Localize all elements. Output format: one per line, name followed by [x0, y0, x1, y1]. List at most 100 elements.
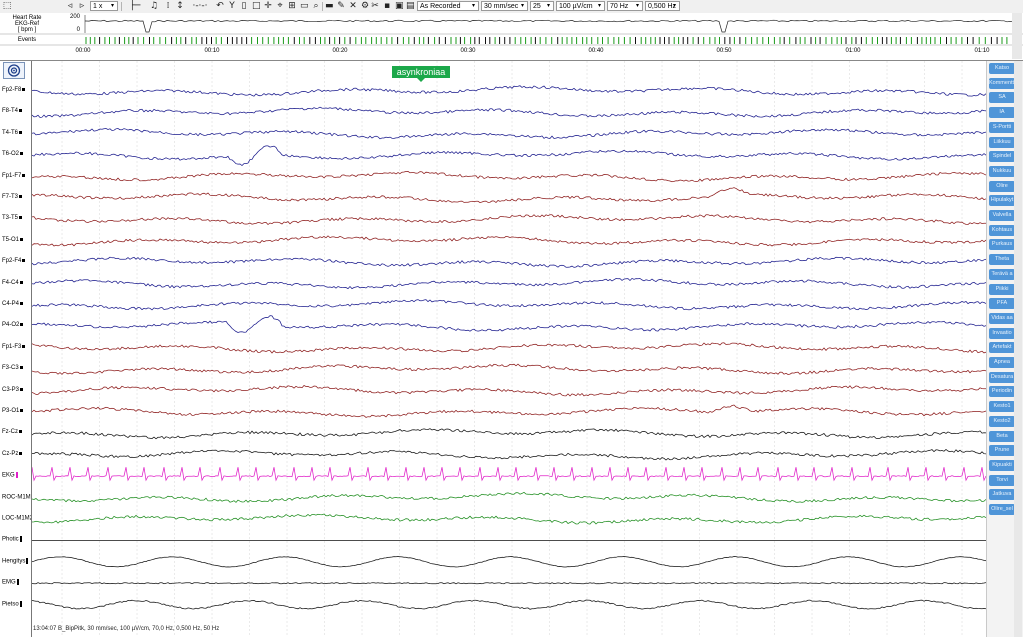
ruler-icon[interactable]: ├─ — [125, 1, 145, 12]
channel-label[interactable]: F7-T3 — [2, 194, 23, 201]
marker-button[interactable]: Prune — [989, 445, 1015, 457]
vertical-scrollbar[interactable] — [1014, 61, 1022, 637]
marker-button[interactable]: PFA — [989, 298, 1015, 310]
grid-icon[interactable]: ⊞ — [288, 1, 296, 12]
marker-button[interactable]: Olire_sel — [989, 504, 1015, 515]
marker-button[interactable]: Liikkuu — [989, 136, 1015, 148]
marker-button[interactable]: Kesto1 — [989, 401, 1015, 413]
vertical-cursor-icon[interactable]: ⁞ — [164, 1, 172, 12]
marker-button[interactable]: Nukkuu — [989, 165, 1015, 177]
overview-chart[interactable] — [0, 13, 1023, 60]
sensitivity-select[interactable]: 100 µV/cm ▾ — [556, 1, 605, 11]
cursor-a-icon[interactable]: ⌖ — [276, 1, 284, 12]
channel-label[interactable]: Fp1-F3 — [2, 344, 26, 351]
overview-panel[interactable]: Heart Rate EKG-Ref [ bpm ] 200 0 Events … — [0, 13, 1023, 61]
marker-button[interactable]: Invaatio — [989, 327, 1015, 339]
marker-button[interactable]: Apnea — [989, 357, 1015, 368]
marker-button[interactable]: Beta — [989, 430, 1015, 442]
channel-label[interactable]: EMG — [2, 579, 19, 587]
marker-button[interactable]: Torvi — [989, 474, 1015, 486]
select-rect-icon[interactable]: ▯ — [240, 1, 248, 12]
montage-icon[interactable]: ▤ — [406, 1, 415, 12]
channel-label[interactable]: Cz-Pz — [2, 451, 23, 458]
event-annotation-tag[interactable]: asynkroniaa — [392, 66, 450, 82]
marker-button[interactable]: Terävä a — [989, 268, 1015, 280]
folder-icon[interactable]: ▬ — [325, 1, 334, 12]
display-settings-button[interactable] — [3, 62, 25, 79]
eeg-trace-area[interactable] — [31, 61, 1000, 637]
marker-button[interactable]: Kesto2 — [989, 415, 1015, 427]
edit-icon[interactable]: ✎ — [337, 1, 345, 12]
marker-button[interactable]: IA — [989, 107, 1015, 119]
save-icon[interactable]: ▪ — [383, 1, 391, 12]
channel-label[interactable]: Photic — [2, 536, 22, 544]
expand-vertical-icon[interactable]: ↕ — [176, 1, 184, 12]
channel-label[interactable]: P4-O2 — [2, 322, 24, 329]
marker-button[interactable]: Spindel — [989, 151, 1015, 163]
cut-icon[interactable]: ✂ — [371, 1, 379, 12]
marker-button[interactable]: Hipulakyt — [989, 195, 1015, 207]
channel-label[interactable]: C3-P3 — [2, 387, 24, 394]
marker-button[interactable]: S-Portti — [989, 121, 1015, 133]
marker-button[interactable]: SA — [989, 92, 1015, 104]
paper-speed-select[interactable]: 30 mm/sec ▾ — [481, 1, 528, 11]
marker-button[interactable]: Jatkuva — [989, 489, 1015, 501]
channel-label[interactable]: T6-O2 — [2, 151, 24, 158]
channel-label[interactable]: Hengitys — [2, 557, 29, 566]
marker-button[interactable]: Katso — [989, 63, 1015, 74]
marker-button[interactable]: Piikki — [989, 283, 1015, 295]
montage-select[interactable]: As Recorded ▾ — [417, 1, 479, 11]
marker-button[interactable]: Kohtaus — [989, 224, 1015, 236]
settings-icon[interactable]: ⚙ — [361, 1, 369, 12]
crosshair-icon[interactable]: ✛ — [264, 1, 272, 12]
chevron-down-icon: ▾ — [635, 3, 639, 9]
marker-button[interactable]: Olire — [989, 180, 1015, 192]
music-note-icon[interactable]: ♫ — [150, 1, 158, 12]
marker-button[interactable]: Valvella — [989, 210, 1015, 221]
marker-button[interactable]: Periodin — [989, 386, 1015, 398]
channels-select[interactable]: 25 ▾ — [530, 1, 554, 11]
marker-button[interactable]: Kipuakti — [989, 459, 1015, 471]
channel-label[interactable]: EKG — [2, 472, 18, 480]
channel-marker-icon — [19, 536, 22, 543]
window-icon[interactable]: ▭ — [300, 1, 309, 12]
speed-select[interactable]: 1 x ▾ — [90, 1, 118, 11]
channel-marker-icon — [20, 152, 24, 156]
channel-label[interactable]: T4-T6 — [2, 130, 23, 137]
marker-button[interactable]: Theta — [989, 254, 1015, 266]
marker-button[interactable]: Purkaus — [989, 239, 1015, 251]
print-icon[interactable]: ▣ — [395, 1, 404, 12]
channel-label[interactable]: F3-C3 — [2, 365, 23, 372]
tools-icon[interactable]: ✕ — [349, 1, 357, 12]
marker-button[interactable]: Kommentti — [989, 77, 1015, 89]
eeg-traces[interactable] — [31, 61, 1000, 637]
channel-label[interactable]: P3-O1 — [2, 408, 24, 415]
zoom-icon[interactable]: ⌕ — [312, 1, 320, 12]
channel-label[interactable]: T5-O1 — [2, 237, 24, 244]
high-filter-select[interactable]: 70 Hz ▾ — [607, 1, 643, 11]
toolbar-separator — [121, 2, 122, 11]
channel-label[interactable]: T3-T5 — [2, 215, 23, 222]
overview-scroll[interactable] — [1012, 13, 1022, 59]
low-filter-select[interactable]: 0,500 Hz ▾ — [645, 1, 680, 11]
play-back-icon[interactable]: ◃ — [66, 1, 74, 12]
cursor-icon[interactable]: ⬚ — [2, 1, 12, 12]
marker-button[interactable]: Artefakt — [989, 342, 1015, 354]
channel-label[interactable]: Fp2-F4 — [2, 258, 26, 265]
marker-button[interactable]: Vidas aa — [989, 312, 1015, 324]
eeg-trace-fp2-f4 — [31, 256, 987, 268]
rect-icon[interactable]: □ — [252, 1, 261, 12]
marker-button[interactable]: Desatura — [989, 371, 1015, 383]
measure-icon[interactable]: ·-·-· — [188, 1, 212, 12]
channel-marker-icon — [22, 259, 26, 263]
channel-label[interactable]: Pietso — [2, 600, 22, 609]
play-forward-icon[interactable]: ▹ — [78, 1, 86, 12]
channel-label[interactable]: F4-C4 — [2, 280, 23, 287]
channel-label[interactable]: Fz-Cz — [2, 429, 22, 436]
channel-label[interactable]: Fp1-F7 — [2, 173, 26, 180]
channel-label[interactable]: Fp2-F8 — [2, 87, 26, 94]
channel-label[interactable]: F8-T4 — [2, 108, 23, 115]
undo-icon[interactable]: ↶ — [216, 1, 224, 12]
filter-icon[interactable]: Y — [228, 1, 236, 12]
channel-label[interactable]: C4-P4 — [2, 301, 24, 308]
